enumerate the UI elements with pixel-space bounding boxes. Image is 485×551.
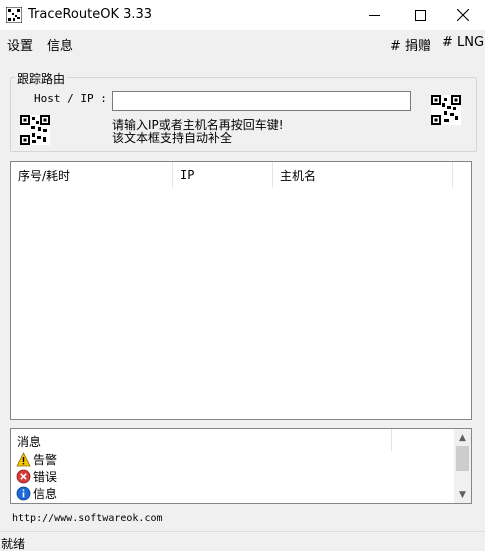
menu-bar: 设置 信息 # 捐赠 # LNG bbox=[0, 30, 485, 54]
info-icon bbox=[16, 486, 31, 501]
message-item-info[interactable]: 信息 bbox=[16, 485, 57, 502]
host-ip-label: Host / IP : bbox=[34, 92, 107, 105]
trace-route-group-label: 跟踪路由 bbox=[15, 70, 68, 87]
status-text: 就绪 bbox=[1, 537, 26, 551]
qr-code-icon[interactable] bbox=[20, 115, 50, 145]
scroll-thumb[interactable] bbox=[456, 446, 469, 471]
trace-route-group bbox=[10, 77, 477, 152]
message-label-info: 信息 bbox=[33, 487, 58, 501]
message-label-warning: 告警 bbox=[33, 453, 58, 467]
website-link[interactable]: http://www.softwareok.com bbox=[12, 513, 163, 524]
maximize-icon bbox=[414, 9, 426, 21]
hint-line-2: 该文本框支持自动补全 bbox=[112, 131, 233, 145]
column-header-ip[interactable]: IP bbox=[173, 162, 273, 188]
scroll-up-icon[interactable]: ▲ bbox=[454, 429, 471, 446]
hint-line-1: 请输入IP或者主机名再按回车键! bbox=[112, 118, 284, 132]
menu-settings[interactable]: 设置 bbox=[7, 35, 33, 54]
message-list[interactable]: 消息 告警 错误 信息 ▲ ▼ bbox=[10, 428, 472, 504]
app-qr-icon bbox=[6, 7, 22, 23]
menu-info[interactable]: 信息 bbox=[47, 35, 73, 54]
results-list[interactable]: 序号/耗时 IP 主机名 bbox=[10, 161, 472, 420]
error-icon bbox=[16, 469, 31, 484]
message-header-divider bbox=[391, 429, 392, 451]
qr-code-icon-right[interactable] bbox=[431, 95, 461, 125]
scroll-down-icon[interactable]: ▼ bbox=[454, 486, 471, 503]
message-item-warning[interactable]: 告警 bbox=[16, 451, 57, 468]
column-header-hostname[interactable]: 主机名 bbox=[273, 162, 453, 188]
column-header-hop-time[interactable]: 序号/耗时 bbox=[11, 162, 173, 188]
message-label-error: 错误 bbox=[33, 470, 58, 484]
message-scrollbar[interactable]: ▲ ▼ bbox=[454, 429, 471, 503]
minimize-icon bbox=[368, 14, 380, 16]
message-item-error[interactable]: 错误 bbox=[16, 468, 57, 485]
close-icon bbox=[457, 9, 469, 21]
maximize-button[interactable] bbox=[397, 0, 443, 30]
close-button[interactable] bbox=[440, 0, 485, 30]
window-title: TraceRouteOK 3.33 bbox=[28, 7, 153, 22]
menu-language[interactable]: # LNG bbox=[442, 35, 484, 50]
menu-donate[interactable]: # 捐赠 bbox=[390, 35, 431, 54]
host-ip-input[interactable] bbox=[112, 91, 411, 111]
status-bar: 就绪 bbox=[0, 531, 485, 551]
title-bar: TraceRouteOK 3.33 bbox=[0, 0, 485, 30]
message-column-header[interactable]: 消息 bbox=[17, 433, 41, 450]
minimize-button[interactable] bbox=[351, 0, 397, 30]
warning-icon bbox=[16, 452, 31, 467]
